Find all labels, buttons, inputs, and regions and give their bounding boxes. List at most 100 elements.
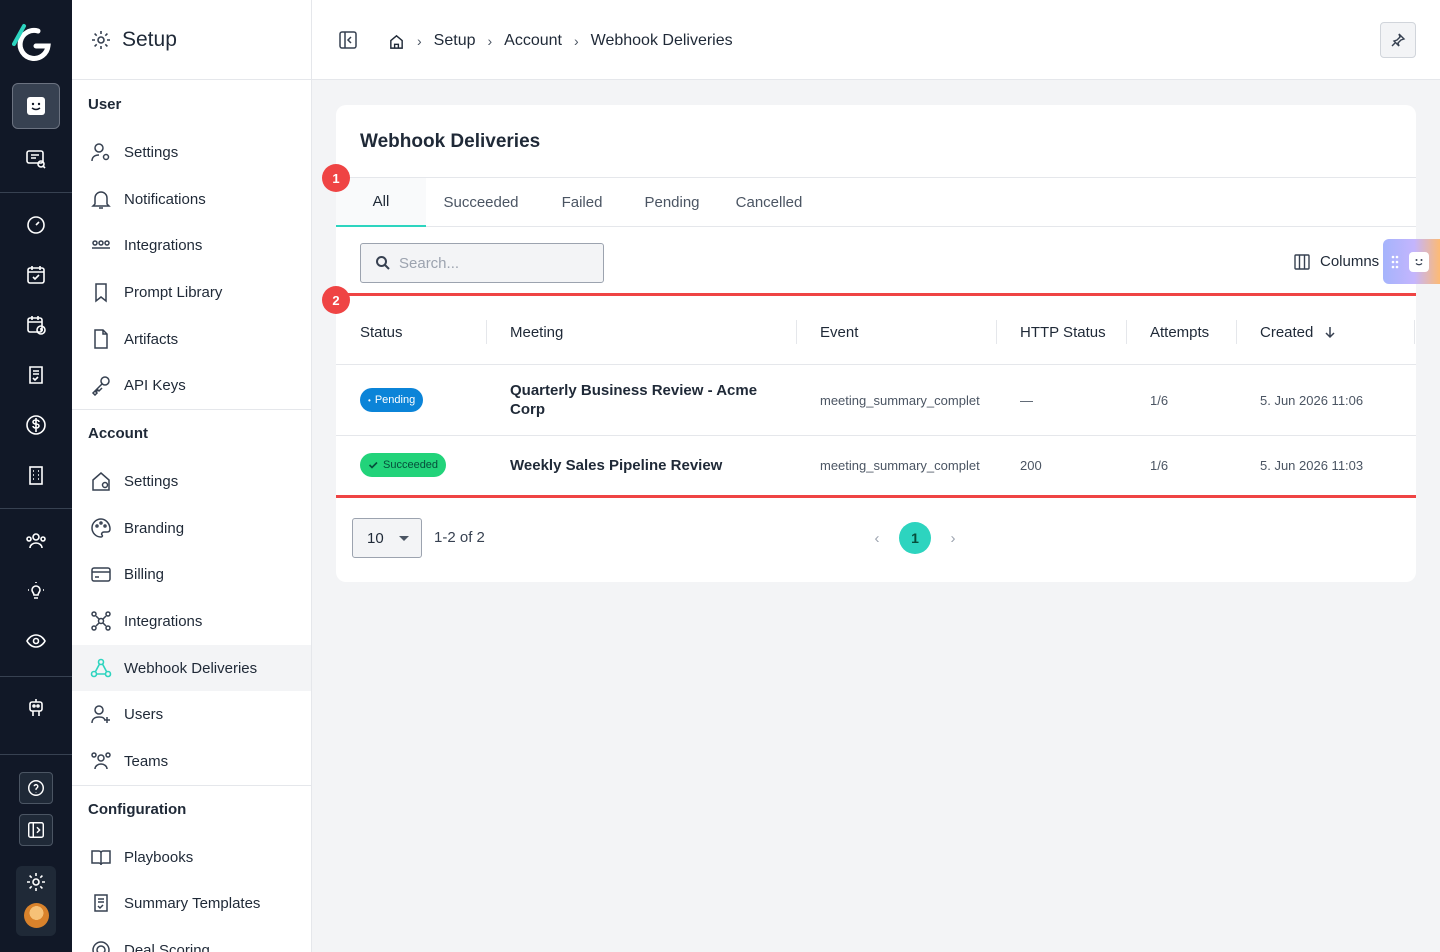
document-template-icon [90,892,112,914]
users-group-icon[interactable] [12,518,60,564]
breadcrumb-account[interactable]: Account [504,32,562,50]
meeting-cell: Weekly Sales Pipeline Review [510,436,780,494]
page-size-select[interactable]: 10 [352,518,422,558]
help-icon[interactable] [19,772,53,804]
collapse-sidebar-icon[interactable] [338,30,358,50]
columns-button[interactable]: Columns [1294,253,1379,270]
floating-assistant-widget[interactable] [1383,239,1440,284]
chevron-right-icon[interactable]: › [946,530,960,547]
home-icon[interactable] [388,33,405,50]
page-range: 1-2 of 2 [434,529,485,546]
assistant-icon[interactable] [12,83,60,129]
sidebar-item-label: Integrations [124,236,203,254]
bell-icon [90,188,112,210]
tab-failed[interactable]: Failed [536,178,628,227]
webhook-deliveries-card: Webhook Deliveries All Succeeded Failed … [336,105,1416,582]
tab-succeeded[interactable]: Succeeded [426,178,536,227]
annotation-marker-1: 1 [322,164,350,192]
chevron-left-icon[interactable]: ‹ [870,530,884,547]
search-input[interactable] [399,254,589,272]
chevron-right-icon: › [573,33,579,49]
robot-icon[interactable] [12,685,60,731]
sidebar-item-summary-templates[interactable]: Summary Templates [72,880,311,926]
table-row[interactable]: • Pending Quarterly Business Review - Ac… [336,365,1416,436]
house-cog-icon [90,470,112,492]
sidebar-item-deal-scoring[interactable]: Deal Scoring [72,927,311,952]
sidebar-item-label: Users [124,705,164,723]
chat-search-icon[interactable] [12,136,60,182]
settings-gear-icon[interactable] [12,860,60,904]
sidebar-item-branding[interactable]: Branding [72,505,311,551]
eye-icon[interactable] [12,618,60,664]
sidebar-item-label: Playbooks [124,848,194,866]
sidebar-item-label: Artifacts [124,330,179,348]
col-meeting[interactable]: Meeting [510,300,563,364]
lightbulb-icon[interactable] [12,568,60,614]
sidebar-item-teams[interactable]: Teams [72,738,311,784]
search-icon [376,256,390,270]
sidebar-item-prompt-library[interactable]: Prompt Library [72,269,311,315]
col-attempts[interactable]: Attempts [1150,300,1209,364]
status-badge-label: Pending [374,394,416,406]
http-status-cell: — [1020,392,1033,408]
breadcrumb: › Setup › Account › Webhook Deliveries [388,30,733,52]
sidebar-item-webhook-deliveries[interactable]: Webhook Deliveries [72,645,311,691]
attempts-cell: 1/6 [1150,457,1169,473]
sidebar-item-label: Settings [124,143,179,161]
sidebar-item-account-settings[interactable]: Settings [72,458,311,504]
drag-handle-icon[interactable] [1391,255,1399,269]
pin-button[interactable] [1380,22,1416,58]
calendar-check-icon[interactable] [12,252,60,298]
sidebar-item-users[interactable]: Users [72,691,311,737]
expand-sidebar-icon[interactable] [19,814,53,846]
col-event[interactable]: Event [820,300,858,364]
assistant-icon [1409,251,1429,272]
col-http-status[interactable]: HTTP Status [1020,300,1106,364]
gear-icon [92,30,110,49]
check-icon [368,461,378,469]
annotation-line [336,293,1416,296]
col-status[interactable]: Status [360,300,403,364]
sidebar-item-artifacts[interactable]: Artifacts [72,316,311,362]
annotation-line [336,495,1416,498]
sidebar-item-label: Deal Scoring [124,941,210,952]
sidebar-item-account-integrations[interactable]: Integrations [72,598,311,644]
annotation-marker-2: 2 [322,286,350,314]
app-logo[interactable] [12,22,54,64]
meeting-link[interactable]: Weekly Sales Pipeline Review [510,456,722,475]
key-icon [90,374,112,396]
bookmark-icon [90,281,112,303]
book-open-icon [90,846,112,868]
meeting-link[interactable]: Quarterly Business Review - Acme Corp [510,381,780,419]
checklist-icon[interactable] [12,352,60,398]
sidebar-item-label: Teams [124,752,169,770]
sidebar-item-label: Notifications [124,190,206,208]
col-created[interactable]: Created [1260,300,1337,364]
network-icon [90,610,112,632]
sidebar-item-notifications[interactable]: Notifications [72,176,311,222]
tab-all[interactable]: All [336,178,426,227]
col-created-label: Created [1260,323,1314,341]
sidebar-item-billing[interactable]: Billing [72,551,311,597]
target-icon [90,939,112,952]
breadcrumb-setup[interactable]: Setup [434,32,476,50]
building-icon[interactable] [12,452,60,498]
sidebar-item-playbooks[interactable]: Playbooks [72,834,311,880]
sidebar-item-label: Webhook Deliveries [124,659,258,677]
breadcrumb-current: Webhook Deliveries [590,32,733,49]
page-number-button[interactable]: 1 [899,522,931,554]
file-ai-icon [90,328,112,350]
tab-cancelled[interactable]: Cancelled [716,178,822,227]
tab-pending[interactable]: Pending [628,178,716,227]
dashboard-gauge-icon[interactable] [12,202,60,248]
calendar-clock-icon[interactable] [12,302,60,348]
dollar-icon[interactable] [12,402,60,448]
table-row[interactable]: Succeeded Weekly Sales Pipeline Review m… [336,436,1416,494]
sidebar-item-api-keys[interactable]: API Keys [72,362,311,408]
sidebar-item-user-integrations[interactable]: Integrations [72,222,311,268]
sidebar-item-user-settings[interactable]: Settings [72,129,311,175]
avatar[interactable] [24,903,49,928]
chevron-right-icon: › [487,33,493,49]
dot-icon: • [368,395,371,405]
sidebar-item-label: Summary Templates [124,894,261,912]
